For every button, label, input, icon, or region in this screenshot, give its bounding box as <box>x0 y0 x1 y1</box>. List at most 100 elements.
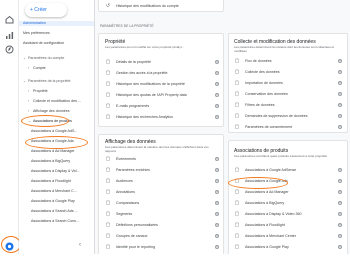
help-icon[interactable]: ? <box>338 58 342 63</box>
help-icon[interactable]: ? <box>338 113 342 118</box>
help-icon[interactable]: ? <box>215 167 219 172</box>
sidebar-section-property[interactable]: ⌄ Paramètres de la propriété <box>19 79 94 84</box>
reports-icon[interactable] <box>4 28 15 39</box>
settings-row[interactable]: ▢ Segments? <box>105 210 219 218</box>
settings-row[interactable]: ▢ Audiences? <box>105 177 219 185</box>
settings-row[interactable]: ▢ Gestion des accès à la propriété? <box>105 69 219 77</box>
sidebar-subitem[interactable]: Associations à Search Cons... <box>19 219 94 224</box>
help-icon[interactable]: ? <box>338 91 342 96</box>
settings-row[interactable]: ▢ Filtres de données? <box>234 101 342 109</box>
sidebar-subitem[interactable]: Associations à Ad Manager <box>19 149 94 154</box>
settings-row[interactable]: ▢ Associations à Google AdSense? <box>234 166 342 174</box>
sidebar-item-config[interactable]: Assistant de configuration <box>19 41 94 46</box>
home-icon[interactable] <box>4 12 15 24</box>
settings-row[interactable]: ▢ Comparaisons? <box>105 199 219 207</box>
settings-row[interactable]: ▢ Événements? <box>105 155 219 163</box>
settings-row[interactable]: ▢ Conservation des données? <box>234 90 342 98</box>
help-icon[interactable]: ? <box>338 69 342 74</box>
settings-row[interactable]: ▢ Associations à Ad Manager? <box>234 188 342 196</box>
settings-row-label: Paramètres enrichies <box>116 168 150 172</box>
display-setting-icon: ▢ <box>105 243 111 250</box>
sidebar-subitem[interactable]: Associations à Display & Vid... <box>19 169 94 174</box>
help-icon[interactable]: ? <box>215 178 219 183</box>
sidebar-subitem[interactable]: Associations à Google Play <box>19 199 94 204</box>
sidebar-item-prefs[interactable]: Mes préférences <box>19 31 94 36</box>
settings-row[interactable]: ▢ Historique des recherches Analytics? <box>105 113 219 121</box>
sidebar-item-product-assoc[interactable]: ⌄ Associations de produits <box>19 119 94 124</box>
sidebar-item-display[interactable]: › Affichage des données <box>19 109 94 114</box>
settings-row[interactable]: ▢ Définitions personnalisées? <box>105 221 219 229</box>
settings-row-label: Comparaisons <box>116 201 140 205</box>
help-icon[interactable]: ? <box>338 244 342 249</box>
settings-row[interactable]: ▢ Associations à Google Ads? <box>234 177 342 185</box>
help-icon[interactable]: ? <box>338 200 342 205</box>
settings-row[interactable]: ▢ E-mails programmés? <box>105 102 219 110</box>
settings-row[interactable]: ▢ Identité pour le reporting? <box>105 243 219 251</box>
sidebar-subitem[interactable]: Associations à Google Ads <box>19 139 94 144</box>
help-icon[interactable]: ? <box>338 211 342 216</box>
settings-row[interactable]: ▢ Groupes de canaux? <box>105 232 219 240</box>
settings-row[interactable]: ▢ Associations à Merchant Center? <box>234 232 342 240</box>
sidebar-subitem[interactable]: Associations à Floodlight <box>19 179 94 184</box>
help-icon[interactable]: ? <box>215 233 219 238</box>
product-link-icon: ▢ <box>234 243 240 250</box>
help-icon[interactable]: ? <box>338 222 342 227</box>
account-history-row[interactable]: ↺ Historique des modifications du compte <box>105 2 217 10</box>
help-icon[interactable]: ? <box>338 233 342 238</box>
settings-row[interactable]: ▢ Associations à Google Play? <box>234 243 342 251</box>
settings-row[interactable]: ▢ Associations à BigQuery? <box>234 199 342 207</box>
settings-gear-icon[interactable] <box>3 240 16 253</box>
help-icon[interactable]: ? <box>215 70 219 75</box>
collect-setting-icon: ▢ <box>234 57 240 64</box>
help-icon[interactable]: ? <box>215 189 219 194</box>
help-icon[interactable]: ? <box>338 124 342 129</box>
settings-row-label: Associations à Google Play <box>245 245 289 249</box>
sidebar-item-property[interactable]: › Propriété <box>19 89 94 94</box>
settings-row-label: Identité pour le reporting <box>116 245 155 249</box>
settings-row[interactable]: ▢ Importation de données? <box>234 79 342 87</box>
help-icon[interactable]: ? <box>215 103 219 108</box>
sidebar-subitem[interactable]: Associations à BigQuery <box>19 159 94 164</box>
settings-row-label: E-mails programmés <box>116 104 150 108</box>
property-settings-label: PARAMÈTRES DE LA PROPRIÉTÉ <box>100 24 154 28</box>
help-icon[interactable]: ? <box>215 200 219 205</box>
sidebar-subitem[interactable]: Associations à Search Ads ... <box>19 209 94 214</box>
settings-row[interactable]: ▢ Annotations? <box>105 188 219 196</box>
sidebar-section-account[interactable]: ⌄ Paramètres du compte <box>19 56 94 61</box>
settings-row[interactable]: ▢ Détails de la propriété? <box>105 58 219 66</box>
settings-row[interactable]: ▢ Paramètres enrichies? <box>105 166 219 174</box>
create-button[interactable]: + Créer <box>25 3 67 17</box>
settings-row[interactable]: ▢ Flux de données? <box>234 57 342 65</box>
settings-row-label: Groupes de canaux <box>116 234 148 238</box>
sidebar-subitem[interactable]: Associations à Merchant C... <box>19 189 94 194</box>
settings-row[interactable]: ▢ Historique des quotas de l'API Property… <box>105 91 219 99</box>
help-icon[interactable]: ? <box>338 178 342 183</box>
help-icon[interactable]: ? <box>338 189 342 194</box>
account-history-card: ↺ Historique des modifications du compte <box>98 0 224 12</box>
settings-row[interactable]: ▢ Paramètres de consentement? <box>234 123 342 131</box>
settings-row[interactable]: ▢ Collecte des données? <box>234 68 342 76</box>
sidebar-subitem[interactable]: Associations à Google AdS... <box>19 129 94 134</box>
sidebar-item-admin[interactable]: Administration <box>19 21 94 26</box>
sidebar-item-collect[interactable]: › Collecte et modification des ... <box>19 99 94 104</box>
sidebar-item-account[interactable]: › Compte <box>19 66 94 71</box>
help-icon[interactable]: ? <box>338 167 342 172</box>
collapse-chevron-icon[interactable]: ‹ <box>79 242 81 248</box>
help-icon[interactable]: ? <box>215 211 219 216</box>
help-icon[interactable]: ? <box>215 114 219 119</box>
help-icon[interactable]: ? <box>215 81 219 86</box>
help-icon[interactable]: ? <box>215 222 219 227</box>
help-icon[interactable]: ? <box>215 156 219 161</box>
help-icon[interactable]: ? <box>215 59 219 64</box>
settings-row[interactable]: ▢ Associations à Floodlight? <box>234 221 342 229</box>
settings-row[interactable]: ▢ Demandes de suppression de données? <box>234 112 342 120</box>
collect-card-desc: Les paramètres déterminent la manière do… <box>234 45 335 53</box>
help-icon[interactable]: ? <box>215 244 219 249</box>
help-icon[interactable]: ? <box>338 102 342 107</box>
settings-row[interactable]: ▢ Historique des modifications de la prop… <box>105 80 219 88</box>
history-icon: ↺ <box>105 2 111 9</box>
settings-row[interactable]: ▢ Associations à Display & Video 360? <box>234 210 342 218</box>
help-icon[interactable]: ? <box>338 80 342 85</box>
explore-icon[interactable] <box>4 42 15 54</box>
help-icon[interactable]: ? <box>215 92 219 97</box>
